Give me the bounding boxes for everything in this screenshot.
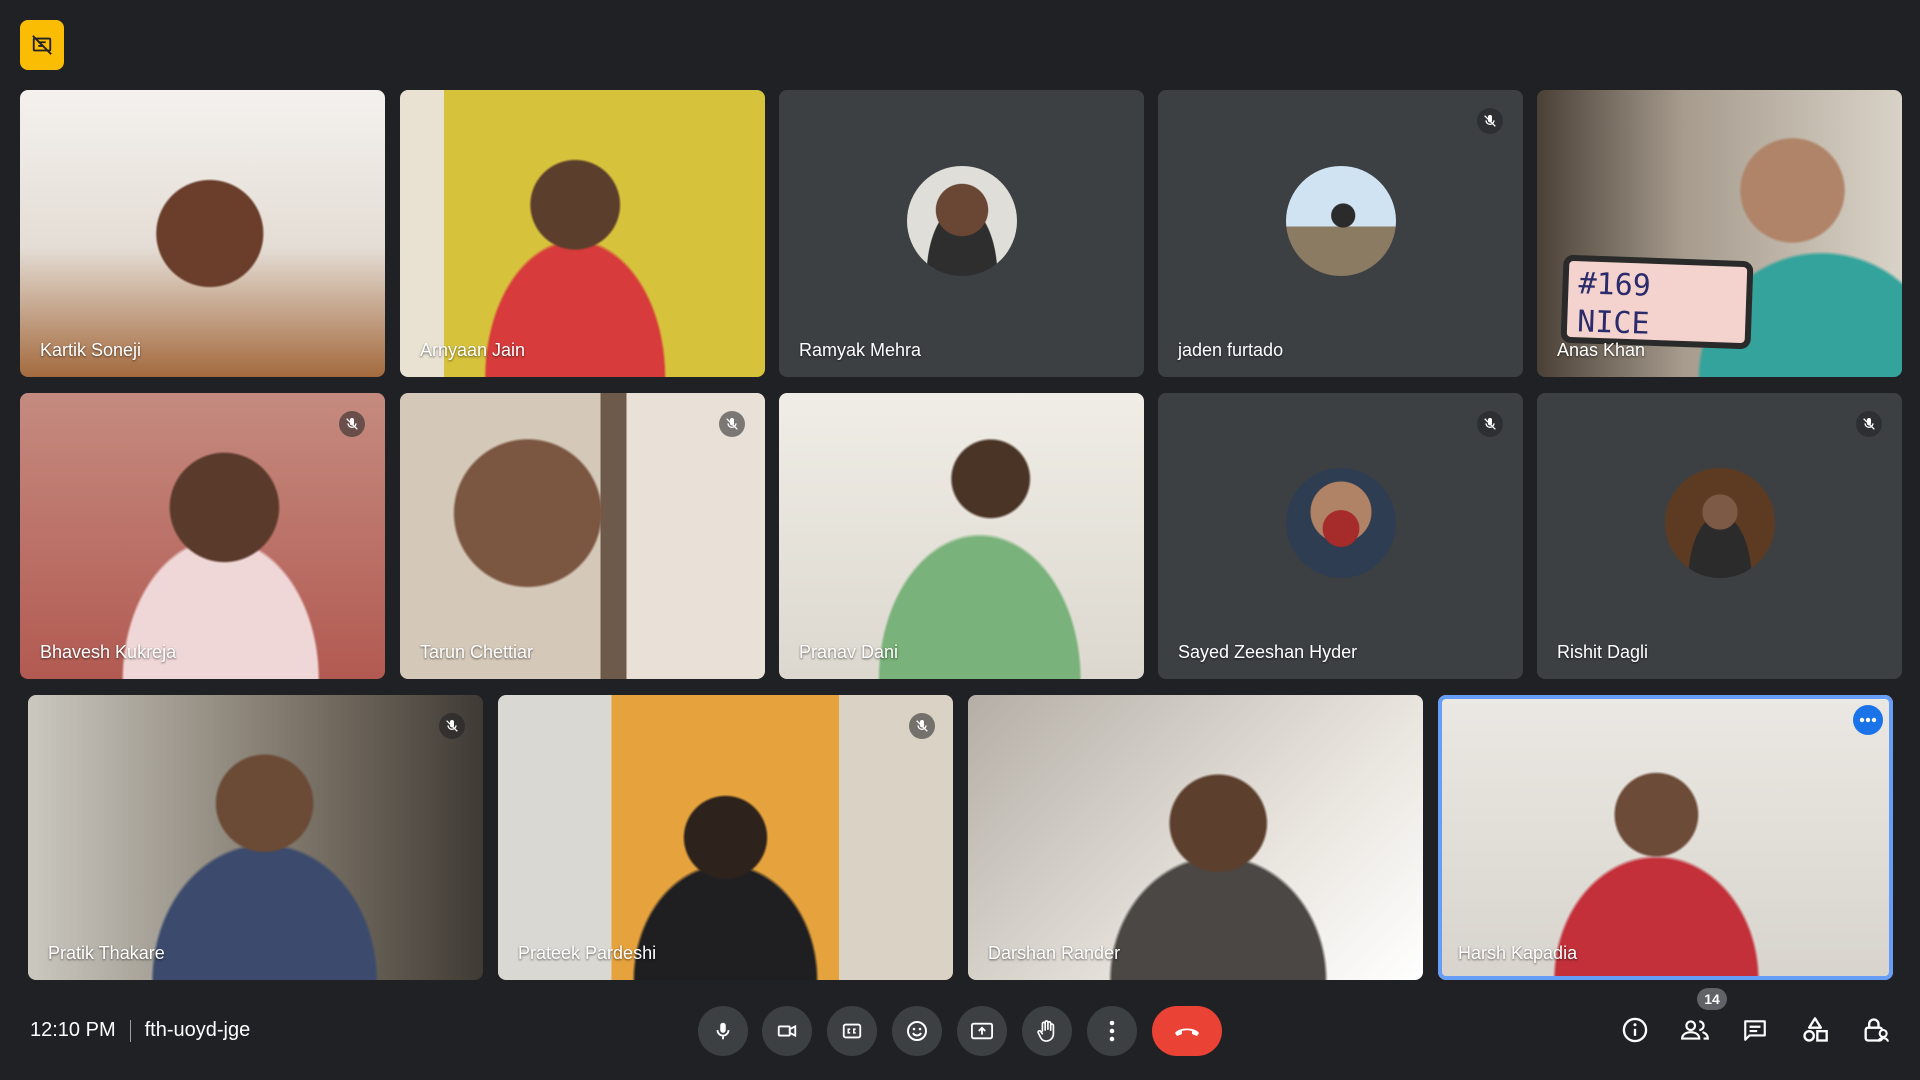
chat-button[interactable] (1737, 1012, 1773, 1048)
meeting-details-button[interactable] (1617, 1012, 1653, 1048)
participant-name: jaden furtado (1178, 340, 1284, 360)
chat-icon (1741, 1017, 1769, 1043)
participant-name: Anas Khan (1557, 340, 1646, 360)
participant-name: Pratik Thakare (48, 943, 165, 963)
mic-off-icon (339, 411, 365, 437)
camera-button[interactable] (762, 1006, 812, 1056)
participant-name: Darshan Rander (988, 943, 1121, 963)
participant-name: Kartik Soneji (40, 340, 142, 360)
recording-indicator[interactable] (20, 20, 64, 70)
more-horiz-icon[interactable] (1853, 705, 1883, 735)
meeting-time: 12:10 PM (30, 1019, 116, 1041)
participant-tile-active-speaker[interactable]: Harsh Kapadia (1438, 695, 1893, 980)
participant-tile[interactable]: Pranav Dani (779, 393, 1144, 679)
participant-name: Rishit Dagli (1557, 642, 1649, 662)
participant-tile[interactable]: Prateek Pardeshi (498, 695, 953, 980)
mic-off-icon (909, 713, 935, 739)
more-options-button[interactable] (1087, 1006, 1137, 1056)
people-icon (1680, 1017, 1710, 1043)
leave-call-button[interactable] (1152, 1006, 1222, 1056)
handwritten-sign: #169 NICE (1560, 254, 1754, 350)
participant-name: Pranav Dani (799, 642, 899, 662)
activities-button[interactable] (1797, 1012, 1833, 1048)
participant-count-badge: 14 (1697, 988, 1727, 1010)
meeting-info: 12:10 PM fth-uoyd-jge (30, 1019, 250, 1042)
avatar (1664, 468, 1775, 578)
participant-name: Arnyaan Jain (420, 340, 526, 360)
video-camera-icon (775, 1020, 799, 1042)
participant-name: Ramyak Mehra (799, 340, 922, 360)
present-button[interactable] (957, 1006, 1007, 1056)
participant-tile[interactable]: Arnyaan Jain (400, 90, 765, 377)
participant-tile[interactable]: Pratik Thakare (28, 695, 483, 980)
participant-tile[interactable]: Darshan Rander (968, 695, 1423, 980)
end-call-icon (1172, 1024, 1202, 1038)
mic-off-icon (1477, 108, 1503, 134)
hand-icon (1036, 1019, 1058, 1043)
raise-hand-button[interactable] (1022, 1006, 1072, 1056)
meet-window: Kartik Soneji Arnyaan Jain Ramyak Mehra … (0, 0, 1920, 1080)
mic-off-icon (439, 713, 465, 739)
more-vert-icon (1109, 1020, 1115, 1042)
participant-name: Prateek Pardeshi (518, 943, 657, 963)
closed-captions-icon (840, 1020, 864, 1042)
participant-tile[interactable]: Sayed Zeeshan Hyder (1158, 393, 1523, 679)
mic-icon (712, 1020, 734, 1042)
reactions-button[interactable] (892, 1006, 942, 1056)
microphone-button[interactable] (698, 1006, 748, 1056)
meeting-code: fth-uoyd-jge (144, 1019, 251, 1041)
activities-icon (1801, 1016, 1829, 1044)
participant-name: Tarun Chettiar (420, 642, 534, 662)
avatar (1285, 165, 1396, 276)
participant-tile[interactable]: #169 NICE Anas Khan (1537, 90, 1902, 377)
lock-person-icon (1861, 1016, 1889, 1044)
participant-tile[interactable]: Rishit Dagli (1537, 393, 1902, 679)
participant-tile[interactable]: Kartik Soneji (20, 90, 385, 377)
mic-off-icon (1856, 411, 1882, 437)
participant-name: Harsh Kapadia (1458, 943, 1578, 963)
people-button[interactable] (1677, 1012, 1713, 1048)
mic-off-icon (1477, 411, 1503, 437)
participant-name: Bhavesh Kukreja (40, 642, 177, 662)
info-icon (1621, 1016, 1649, 1044)
participant-tile[interactable]: Tarun Chettiar (400, 393, 765, 679)
participant-tile[interactable]: Ramyak Mehra (779, 90, 1144, 377)
participant-tile[interactable]: Bhavesh Kukreja (20, 393, 385, 679)
host-controls-button[interactable] (1857, 1012, 1893, 1048)
avatar (1285, 468, 1396, 578)
sign-text: #169 NICE (1576, 266, 1652, 342)
participant-tile[interactable]: jaden furtado (1158, 90, 1523, 377)
participant-name: Sayed Zeeshan Hyder (1178, 642, 1358, 662)
mic-off-icon (719, 411, 745, 437)
divider (129, 1019, 131, 1042)
emoji-icon (905, 1019, 929, 1043)
captions-button[interactable] (827, 1006, 877, 1056)
present-screen-icon (969, 1020, 995, 1042)
avatar (906, 165, 1017, 276)
no-screen-share-icon (31, 34, 53, 56)
